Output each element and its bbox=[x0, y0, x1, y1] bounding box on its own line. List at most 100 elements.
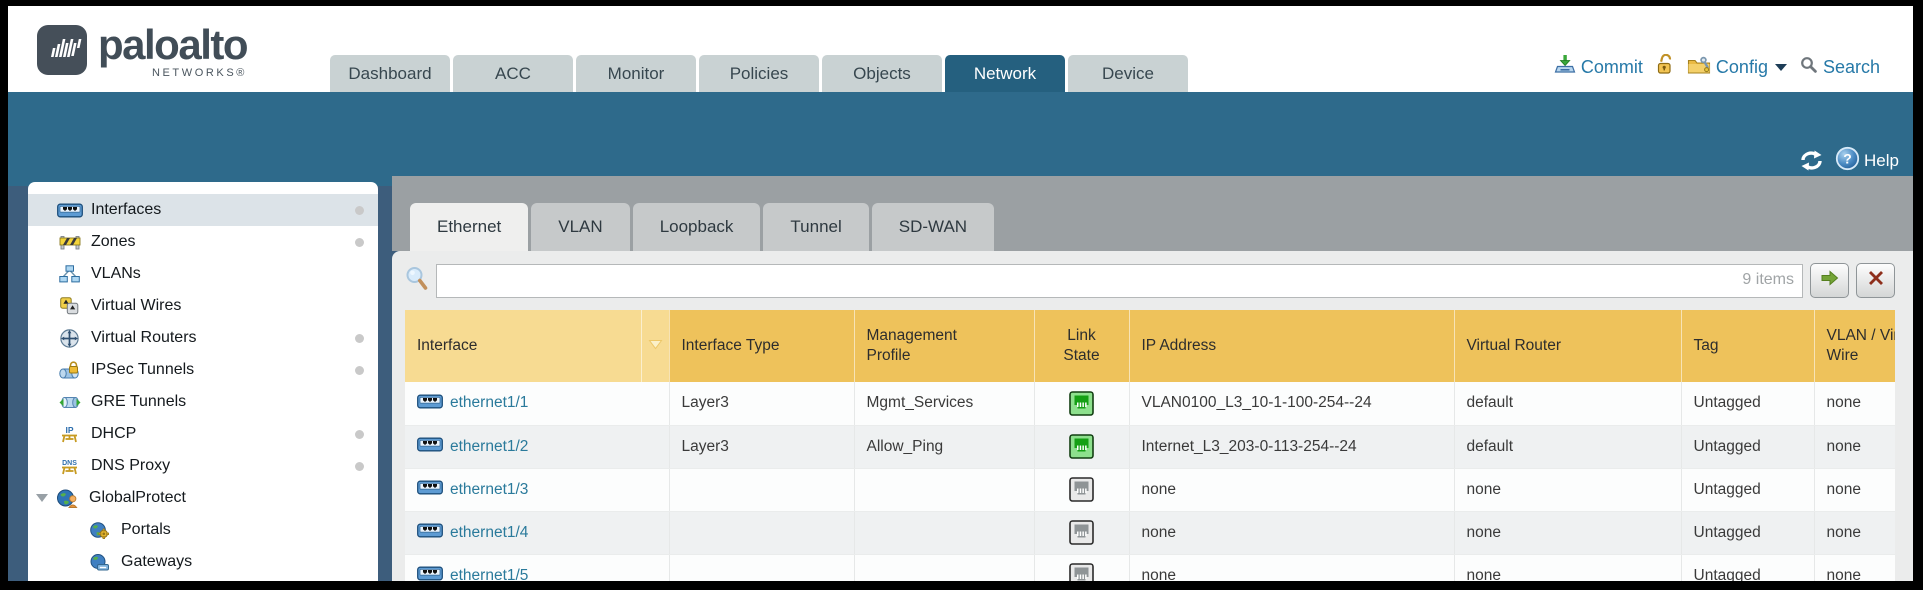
sidebar-item-ipsec-tunnels[interactable]: IPSec Tunnels bbox=[28, 354, 378, 386]
sidebar-item-label: Virtual Routers bbox=[91, 329, 197, 347]
table-row[interactable]: ethernet1/5nonenoneUntaggednone bbox=[405, 554, 1895, 581]
tab-policies[interactable]: Policies bbox=[699, 55, 819, 92]
sidebar-item-portals[interactable]: Portals bbox=[28, 514, 378, 546]
cell-interface: ethernet1/1 bbox=[405, 382, 669, 425]
tab-monitor[interactable]: Monitor bbox=[576, 55, 696, 92]
interface-link[interactable]: ethernet1/3 bbox=[450, 481, 528, 499]
clear-filter-button[interactable] bbox=[1856, 263, 1895, 298]
cell-type bbox=[669, 468, 854, 511]
tab-label: Objects bbox=[853, 64, 911, 84]
expand-caret-icon[interactable] bbox=[36, 494, 48, 502]
refresh-icon[interactable] bbox=[1798, 150, 1825, 176]
column-label: IP Address bbox=[1142, 337, 1217, 354]
column-header-interface-type[interactable]: Interface Type bbox=[669, 310, 854, 382]
cell-vr: none bbox=[1454, 468, 1681, 511]
status-dot bbox=[355, 366, 364, 375]
column-header-virtual-router[interactable]: Virtual Router bbox=[1454, 310, 1681, 382]
subtab-loopback[interactable]: Loopback bbox=[633, 203, 761, 251]
sort-dropdown[interactable] bbox=[641, 310, 669, 382]
help-button[interactable]: ? Help bbox=[1835, 146, 1899, 176]
subtab-vlan[interactable]: VLAN bbox=[531, 203, 629, 251]
sidebar-item-label: Virtual Wires bbox=[91, 297, 181, 315]
magnifier-icon bbox=[405, 266, 429, 296]
sidebar-item-partial[interactable] bbox=[28, 578, 378, 581]
sidebar-item-virtual-routers[interactable]: Virtual Routers bbox=[28, 322, 378, 354]
cell-link-state bbox=[1034, 554, 1129, 581]
subtab-label: Ethernet bbox=[437, 217, 501, 237]
tab-device[interactable]: Device bbox=[1068, 55, 1188, 92]
paloalto-logo-icon bbox=[36, 24, 88, 76]
secondary-nav-bar: ? Help bbox=[8, 92, 1913, 186]
table-row[interactable]: ethernet1/1Layer3Mgmt_ServicesVLAN0100_L… bbox=[405, 382, 1895, 425]
filter-input[interactable] bbox=[436, 264, 1803, 298]
tab-network[interactable]: Network bbox=[945, 55, 1065, 92]
config-menu[interactable]: Config bbox=[1687, 55, 1787, 79]
cell-link-state bbox=[1034, 425, 1129, 468]
table-row[interactable]: ethernet1/4nonenoneUntaggednone bbox=[405, 511, 1895, 554]
column-header-interface[interactable]: Interface bbox=[405, 310, 641, 382]
cell-ip: none bbox=[1129, 554, 1454, 581]
table-row[interactable]: ethernet1/3nonenoneUntaggednone bbox=[405, 468, 1895, 511]
lock-open-icon[interactable] bbox=[1656, 54, 1674, 80]
table-row[interactable]: ethernet1/2Layer3Allow_PingInternet_L3_2… bbox=[405, 425, 1895, 468]
sidebar-item-virtual-wires[interactable]: Virtual Wires bbox=[28, 290, 378, 322]
cell-type: Layer3 bbox=[669, 382, 854, 425]
ethernet-port-icon bbox=[417, 565, 443, 581]
cell-vlan: none bbox=[1814, 511, 1895, 554]
status-dot bbox=[355, 206, 364, 215]
subtab-ethernet[interactable]: Ethernet bbox=[410, 203, 528, 251]
top-bar: paloalto NETWORKS® DashboardACCMonitorPo… bbox=[8, 6, 1913, 92]
search-button[interactable]: Search bbox=[1800, 56, 1880, 79]
interfaces-table: Interface Interface Type Management Profil… bbox=[405, 310, 1895, 581]
interface-link[interactable]: ethernet1/1 bbox=[450, 394, 528, 412]
interface-link[interactable]: ethernet1/4 bbox=[450, 524, 528, 542]
items-count: 9 items bbox=[1742, 271, 1794, 289]
cell-tag: Untagged bbox=[1681, 425, 1814, 468]
tab-dashboard[interactable]: Dashboard bbox=[330, 55, 450, 92]
interfaces-table-wrap: Interface Interface Type Management Profil… bbox=[405, 310, 1895, 581]
column-header-tag[interactable]: Tag bbox=[1681, 310, 1814, 382]
sidebar-item-gateways[interactable]: Gateways bbox=[28, 546, 378, 578]
table-header-row: Interface Interface Type Management Profil… bbox=[405, 310, 1895, 382]
link-down-icon bbox=[1069, 520, 1094, 545]
subtab-sd-wan[interactable]: SD-WAN bbox=[872, 203, 994, 251]
cell-vlan: none bbox=[1814, 554, 1895, 581]
subtab-tunnel[interactable]: Tunnel bbox=[763, 203, 868, 251]
sidebar-item-dns-proxy[interactable]: DNSDNS Proxy bbox=[28, 450, 378, 482]
column-header-link-state[interactable]: Link State bbox=[1034, 310, 1129, 382]
cell-type: Layer3 bbox=[669, 425, 854, 468]
sidebar-item-label: Gateways bbox=[121, 553, 192, 571]
link-up-icon bbox=[1069, 391, 1094, 416]
sidebar-item-zones[interactable]: Zones bbox=[28, 226, 378, 258]
sidebar-item-dhcp[interactable]: IPDHCP bbox=[28, 418, 378, 450]
column-header-vlan-virtual-wire[interactable]: VLAN / Virtual Wire bbox=[1814, 310, 1895, 382]
cell-link-state bbox=[1034, 382, 1129, 425]
app-window: paloalto NETWORKS® DashboardACCMonitorPo… bbox=[8, 6, 1913, 581]
vlans-icon bbox=[56, 265, 83, 284]
cell-ip: VLAN0100_L3_10-1-100-254--24 bbox=[1129, 382, 1454, 425]
column-header-ip-address[interactable]: IP Address bbox=[1129, 310, 1454, 382]
column-label: Virtual Router bbox=[1467, 337, 1561, 354]
panel-splitter[interactable] bbox=[378, 176, 392, 581]
cell-link-state bbox=[1034, 468, 1129, 511]
sidebar-item-interfaces[interactable]: Interfaces bbox=[28, 194, 378, 226]
column-label: Interface Type bbox=[682, 337, 780, 354]
column-header-management-profile[interactable]: Management Profile bbox=[854, 310, 1034, 382]
subtab-label: Loopback bbox=[660, 217, 734, 237]
column-label: Interface bbox=[417, 337, 477, 354]
search-icon bbox=[1800, 56, 1818, 79]
sidebar-item-gre-tunnels[interactable]: GRE Tunnels bbox=[28, 386, 378, 418]
ethernet-port-icon bbox=[417, 436, 443, 457]
commit-button[interactable]: Commit bbox=[1554, 54, 1643, 80]
sidebar-item-globalprotect[interactable]: GlobalProtect bbox=[28, 482, 378, 514]
sidebar-item-vlans[interactable]: VLANs bbox=[28, 258, 378, 290]
commit-icon bbox=[1554, 54, 1576, 80]
cell-tag: Untagged bbox=[1681, 554, 1814, 581]
interface-link[interactable]: ethernet1/2 bbox=[450, 438, 528, 456]
interfaces-icon bbox=[56, 202, 83, 218]
apply-filter-button[interactable] bbox=[1810, 263, 1849, 298]
tab-objects[interactable]: Objects bbox=[822, 55, 942, 92]
tab-acc[interactable]: ACC bbox=[453, 55, 573, 92]
interface-link[interactable]: ethernet1/5 bbox=[450, 567, 528, 582]
cell-vr: default bbox=[1454, 425, 1681, 468]
